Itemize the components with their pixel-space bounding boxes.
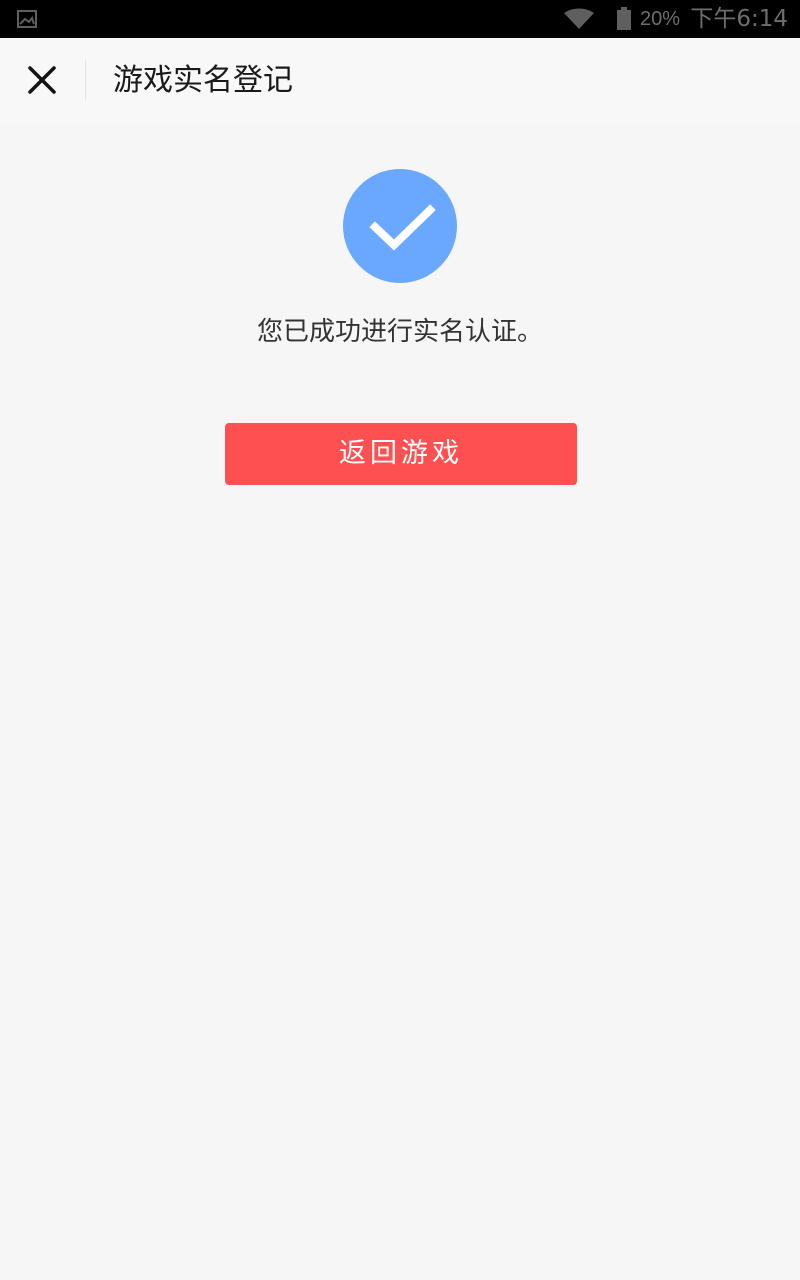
status-time: 下午6:14 xyxy=(690,6,788,32)
wifi-icon xyxy=(564,8,594,29)
gallery-icon xyxy=(17,10,37,28)
battery-icon xyxy=(617,7,631,30)
page-title: 游戏实名登记 xyxy=(113,63,293,98)
close-icon xyxy=(28,66,56,94)
header-divider xyxy=(85,60,86,100)
close-button[interactable] xyxy=(14,52,70,108)
return-to-game-button[interactable]: 返回游戏 xyxy=(225,423,577,485)
status-bar: 20% 下午6:14 xyxy=(0,0,800,38)
check-circle-icon xyxy=(343,169,457,283)
success-message: 您已成功进行实名认证。 xyxy=(256,317,543,347)
battery-percentage: 20% xyxy=(640,8,681,30)
top-header: 游戏实名登记 xyxy=(0,38,800,124)
